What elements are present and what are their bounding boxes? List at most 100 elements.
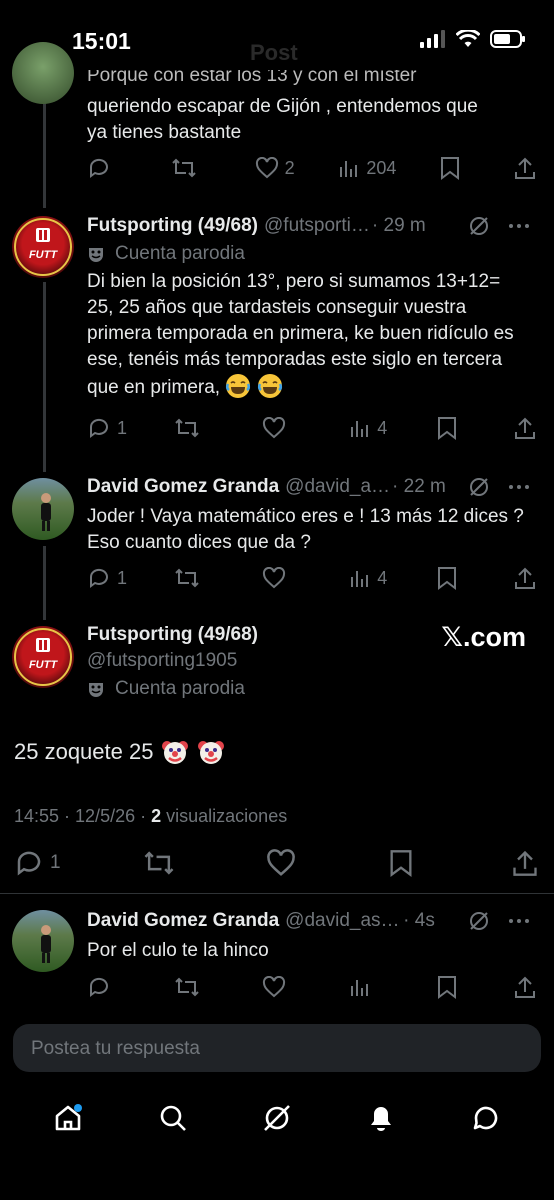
nav-home[interactable]: [48, 1098, 88, 1138]
avatar[interactable]: [12, 478, 74, 540]
heart-icon: [262, 567, 285, 589]
tweet-header: David Gomez Granda @david_a… · 22 m: [87, 474, 530, 500]
parody-label: Cuenta parodia: [87, 678, 245, 700]
author-name[interactable]: David Gomez Granda: [87, 910, 279, 932]
tweet-text: Por el culo te la hinco: [87, 940, 269, 961]
battery-icon: [490, 30, 525, 48]
views-icon: [340, 161, 358, 177]
share-icon: [513, 850, 537, 876]
nav-notifications[interactable]: [361, 1098, 401, 1138]
bookmark-button[interactable]: [389, 849, 429, 877]
more-icon[interactable]: [508, 918, 530, 924]
avatar[interactable]: [12, 910, 74, 972]
main-author-handle[interactable]: @futsporting1905: [87, 650, 237, 672]
home-indicator: [0, 1160, 554, 1200]
notifications-icon: [371, 1107, 392, 1131]
share-button[interactable]: [514, 566, 540, 590]
tweet-text-line: queriendo escapar de Gijón , entendemos …: [87, 96, 478, 117]
share-button[interactable]: [514, 416, 540, 440]
grok-icon[interactable]: [468, 215, 490, 237]
status-icons: [420, 30, 526, 48]
views-button[interactable]: 204: [338, 157, 396, 179]
parody-text: Cuenta parodia: [115, 678, 245, 699]
author-name[interactable]: David Gomez Granda: [87, 476, 279, 498]
main-tweet-content: 25 zoquete 25: [14, 739, 154, 764]
bookmark-icon: [390, 850, 412, 877]
share-button[interactable]: [514, 156, 540, 180]
tweet-content: David Gomez Granda @david_a… · 22 m Jode…: [87, 474, 530, 556]
repost-button[interactable]: [174, 975, 214, 999]
reply-icon: [17, 851, 41, 876]
tweet-text-line: ya tienes bastante: [87, 122, 242, 143]
person-icon: [41, 925, 51, 963]
reply-button[interactable]: [87, 156, 127, 180]
reply-button[interactable]: [87, 975, 127, 999]
repost-icon: [175, 418, 200, 438]
heart-icon: [262, 976, 285, 998]
nav-messages[interactable]: [466, 1098, 506, 1138]
reply-count: 1: [117, 567, 128, 588]
tweet-actions: 1 4: [87, 563, 540, 593]
heart-icon: [262, 417, 285, 439]
reply-placeholder: Postea tu respuesta: [31, 1038, 200, 1059]
grok-icon[interactable]: [468, 476, 490, 498]
like-button[interactable]: [262, 976, 302, 998]
reply-icon: [89, 977, 108, 997]
share-icon: [514, 567, 535, 589]
status-time: 15:01: [72, 28, 131, 54]
tweet-text: Di bien la posición 13°, pero si sumamos…: [87, 269, 530, 401]
reply-button[interactable]: 1: [87, 566, 127, 590]
heart-icon: [255, 157, 278, 179]
main-tweet-text: 25 zoquete 25: [14, 738, 225, 766]
views-button[interactable]: 4: [349, 417, 389, 439]
author-handle[interactable]: @david_ast1…: [285, 910, 401, 932]
bookmark-button[interactable]: [437, 975, 467, 999]
like-button[interactable]: [262, 567, 302, 589]
repost-button[interactable]: [174, 566, 214, 590]
svg-text:FUTT: FUTT: [29, 659, 58, 671]
author-handle[interactable]: @futsporti…: [264, 215, 370, 237]
avatar[interactable]: FUTT: [12, 216, 74, 278]
main-author-name[interactable]: Futsporting (49/68): [87, 624, 258, 646]
tweet-actions: [87, 972, 540, 1002]
avatar[interactable]: FUTT: [12, 626, 74, 688]
share-button[interactable]: [514, 975, 540, 999]
thread-line: [43, 100, 46, 208]
more-icon[interactable]: [508, 223, 530, 229]
like-count: 2: [284, 157, 295, 178]
tweet-header: David Gomez Granda @david_ast1… · 4s: [87, 908, 530, 934]
reply-input[interactable]: Postea tu respuesta: [13, 1024, 541, 1072]
repost-button[interactable]: [143, 848, 183, 878]
like-button[interactable]: [262, 417, 302, 439]
views-count: 4: [377, 567, 388, 588]
bottom-nav: [0, 1086, 554, 1150]
more-icon[interactable]: [508, 484, 530, 490]
laughing-emoji-icon: [257, 374, 282, 398]
like-button[interactable]: 2: [255, 157, 295, 179]
crest-icon: FUTT: [14, 218, 72, 276]
tweet-time: · 29 m: [371, 215, 426, 236]
repost-button[interactable]: [174, 416, 214, 440]
bookmark-button[interactable]: [437, 566, 467, 590]
reply-button[interactable]: 1: [87, 416, 127, 440]
bookmark-button[interactable]: [437, 416, 467, 440]
share-button[interactable]: [512, 849, 540, 877]
author-handle[interactable]: @david_a…: [285, 476, 390, 498]
avatar[interactable]: [12, 42, 74, 104]
nav-grok[interactable]: [257, 1098, 297, 1138]
like-button[interactable]: [266, 849, 306, 877]
signal-icon: [420, 30, 445, 48]
nav-search[interactable]: [153, 1098, 193, 1138]
views-button[interactable]: 4: [349, 567, 389, 589]
repost-icon: [145, 851, 174, 875]
repost-button[interactable]: [171, 156, 211, 180]
views-icon: [351, 421, 369, 437]
bookmark-button[interactable]: [440, 156, 470, 180]
share-icon: [514, 417, 535, 439]
author-name[interactable]: Futsporting (49/68): [87, 215, 258, 237]
grok-icon[interactable]: [468, 910, 490, 932]
main-views-count: 2: [151, 806, 162, 826]
reply-button[interactable]: 1: [14, 848, 61, 878]
views-button[interactable]: [349, 976, 389, 998]
page-title: Post: [250, 40, 298, 65]
